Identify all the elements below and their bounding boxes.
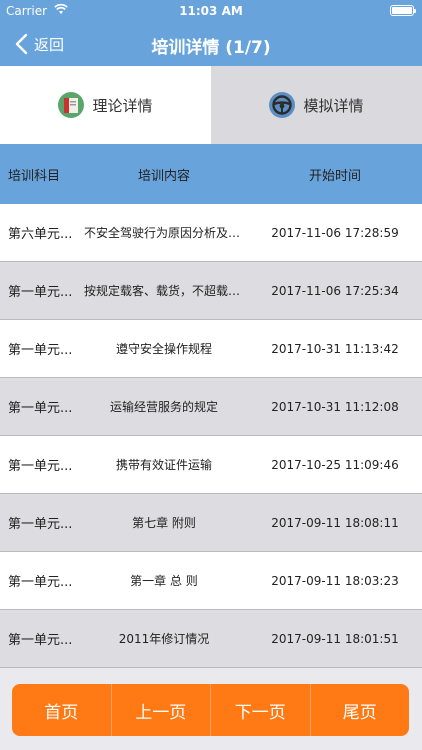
page-title: 培训详情 (1/7): [151, 38, 271, 58]
cell-content: 运输经营服务的规定: [109, 400, 218, 414]
previous-page-button[interactable]: 上一页: [112, 684, 211, 736]
cell-start-time: 2017-11-06 17:25:34: [271, 283, 399, 298]
table-row[interactable]: 第一单元... 第一章 总 则 2017-09-11 18:03:23: [0, 552, 422, 610]
tab-theory-details[interactable]: 理论详情: [0, 66, 211, 144]
cell-content: 按规定载客、载货，不超载运输: [84, 284, 248, 298]
cell-content: 不安全驾驶行为原因分析及其...: [84, 226, 248, 240]
table-row[interactable]: 第一单元... 按规定载客、载货，不超载运输 2017-11-06 17:25:…: [0, 262, 422, 320]
cell-subject: 第一单元...: [8, 575, 73, 590]
navigation-bar: 返回 培训详情 (1/7): [0, 22, 422, 66]
cell-content: 遵守安全操作规程: [115, 342, 212, 356]
status-bar: Carrier 11:03 AM: [0, 0, 422, 22]
steering-wheel-icon: [269, 92, 296, 118]
header-content: 培训内容: [137, 168, 190, 184]
cell-start-time: 2017-10-31 11:13:42: [271, 341, 399, 356]
detail-tabs: 理论详情 模拟详情: [0, 66, 422, 144]
cell-content: 第七章 附则: [132, 516, 196, 530]
table-row[interactable]: 第一单元... 运输经营服务的规定 2017-10-31 11:12:08: [0, 378, 422, 436]
next-page-button[interactable]: 下一页: [211, 684, 311, 736]
pagination-bar: 首页 上一页 下一页 尾页: [12, 684, 409, 736]
cell-subject: 第一单元...: [8, 517, 73, 532]
cell-start-time: 2017-11-06 17:28:59: [271, 225, 399, 240]
cell-start-time: 2017-10-31 11:12:08: [271, 399, 399, 414]
header-start-time: 开始时间: [308, 168, 361, 184]
cell-subject: 第一单元...: [8, 633, 73, 648]
tab-label: 模拟详情: [303, 96, 364, 115]
cell-subject: 第一单元...: [8, 343, 73, 358]
tab-label: 理论详情: [92, 96, 153, 115]
header-subject: 培训科目: [8, 168, 61, 184]
last-page-button[interactable]: 尾页: [311, 684, 410, 736]
training-list: 第六单元... 不安全驾驶行为原因分析及其... 2017-11-06 17:2…: [0, 204, 422, 668]
table-row[interactable]: 第一单元... 2011年修订情况 2017-09-11 18:01:51: [0, 610, 422, 668]
cell-content: 第一章 总 则: [130, 574, 198, 588]
status-time: 11:03 AM: [179, 4, 243, 18]
table-row[interactable]: 第一单元... 携带有效证件运输 2017-10-25 11:09:46: [0, 436, 422, 494]
cell-start-time: 2017-09-11 18:08:11: [271, 515, 399, 530]
table-header: 培训科目 培训内容 开始时间: [0, 144, 422, 204]
tab-simulation-details[interactable]: 模拟详情: [211, 66, 422, 144]
cell-subject: 第一单元...: [8, 285, 73, 300]
table-row[interactable]: 第六单元... 不安全驾驶行为原因分析及其... 2017-11-06 17:2…: [0, 204, 422, 262]
first-page-button[interactable]: 首页: [12, 684, 112, 736]
cell-content: 2011年修订情况: [118, 632, 210, 646]
cell-start-time: 2017-09-11 18:03:23: [271, 573, 399, 588]
table-row[interactable]: 第一单元... 遵守安全操作规程 2017-10-31 11:13:42: [0, 320, 422, 378]
cell-subject: 第一单元...: [8, 401, 73, 416]
cell-content: 携带有效证件运输: [115, 458, 212, 472]
cell-subject: 第六单元...: [8, 227, 73, 242]
cell-start-time: 2017-09-11 18:01:51: [271, 631, 399, 646]
cell-start-time: 2017-10-25 11:09:46: [271, 457, 399, 472]
book-icon: [58, 92, 85, 118]
pagination-footer: 首页 上一页 下一页 尾页: [0, 670, 422, 750]
table-row[interactable]: 第一单元... 第七章 附则 2017-09-11 18:08:11: [0, 494, 422, 552]
battery-icon: [390, 5, 416, 16]
cell-subject: 第一单元...: [8, 459, 73, 474]
